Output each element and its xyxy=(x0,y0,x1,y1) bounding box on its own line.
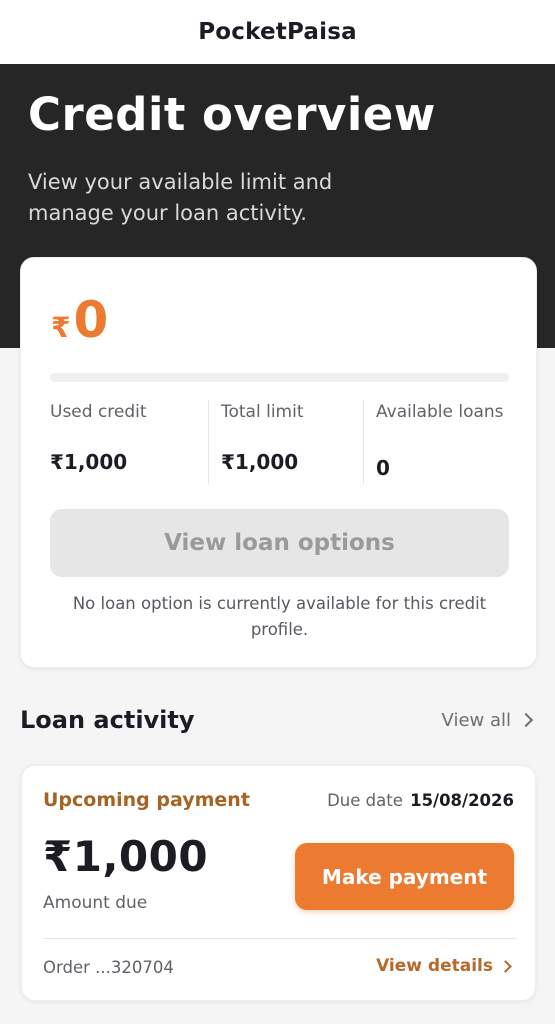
available-credit-value: 0 xyxy=(73,291,109,349)
loan-activity-card: Upcoming payment Due date 15/08/2026 ₹1,… xyxy=(21,765,536,1001)
no-loan-note: No loan option is currently available fo… xyxy=(72,594,487,639)
currency-symbol: ₹ xyxy=(51,311,71,344)
available-credit-amount: ₹ 0 xyxy=(51,290,108,350)
amount-due-value: ₹1,000 xyxy=(43,832,209,881)
view-all-link[interactable]: View all xyxy=(442,710,535,731)
stat-available-loans: Available loans 0 xyxy=(363,400,510,484)
stat-value: 0 xyxy=(376,456,390,480)
due-date: Due date 15/08/2026 xyxy=(327,791,514,810)
app-title: PocketPaisa xyxy=(198,19,357,45)
make-payment-button[interactable]: Make payment xyxy=(295,843,514,910)
stat-value: ₹1,000 xyxy=(50,450,128,474)
stat-label: Available loans xyxy=(376,402,504,422)
loan-activity-header: Loan activity View all xyxy=(20,700,535,740)
view-details-label: View details xyxy=(376,956,493,976)
stat-label: Total limit xyxy=(221,402,304,422)
page-subtitle: View your available limit and manage you… xyxy=(28,170,333,225)
card-divider xyxy=(43,938,516,939)
credit-summary-card: ₹ 0 Used credit ₹1,000 Total limit ₹1,00… xyxy=(20,257,537,668)
stat-used-credit: Used credit ₹1,000 xyxy=(50,400,208,484)
credit-usage-bar xyxy=(50,373,509,382)
credit-stats: Used credit ₹1,000 Total limit ₹1,000 Av… xyxy=(50,400,510,484)
app-bar: PocketPaisa xyxy=(0,0,555,64)
amount-due-label: Amount due xyxy=(43,893,148,913)
chevron-right-icon xyxy=(518,712,534,728)
stat-value: ₹1,000 xyxy=(221,450,299,474)
chevron-right-icon xyxy=(499,959,512,973)
stat-label: Used credit xyxy=(50,402,147,422)
loan-activity-title: Loan activity xyxy=(20,706,195,734)
page-title: Credit overview xyxy=(28,88,436,141)
view-all-label: View all xyxy=(441,709,511,731)
view-loan-options-button[interactable]: View loan options xyxy=(50,509,509,577)
stat-total-limit: Total limit ₹1,000 xyxy=(208,400,363,484)
loan-status-label: Upcoming payment xyxy=(43,789,250,811)
due-date-label: Due date xyxy=(327,791,403,810)
view-details-link[interactable]: View details xyxy=(376,956,514,976)
due-date-value: 15/08/2026 xyxy=(410,791,514,810)
order-id: Order ...320704 xyxy=(43,958,174,977)
